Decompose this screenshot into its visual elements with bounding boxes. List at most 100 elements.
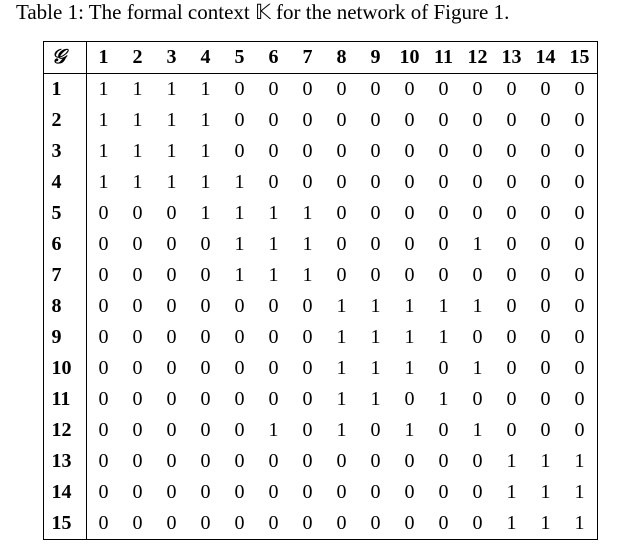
cell: 0	[291, 508, 325, 540]
cell: 0	[495, 105, 529, 136]
cell: 0	[223, 384, 257, 415]
cell: 0	[257, 136, 291, 167]
cell: 0	[393, 229, 427, 260]
cell: 0	[325, 105, 359, 136]
cell: 1	[223, 260, 257, 291]
cell: 0	[155, 415, 189, 446]
cell: 0	[223, 136, 257, 167]
cell: 0	[461, 508, 495, 540]
cell: 0	[529, 353, 563, 384]
col-header: 9	[359, 42, 393, 74]
col-header: 12	[461, 42, 495, 74]
cell: 0	[393, 508, 427, 540]
cell: 0	[461, 322, 495, 353]
cell: 0	[257, 353, 291, 384]
cell: 1	[223, 229, 257, 260]
cell: 1	[189, 74, 223, 106]
cell: 0	[495, 384, 529, 415]
cell: 0	[495, 415, 529, 446]
cell: 0	[563, 198, 598, 229]
cell: 0	[427, 136, 461, 167]
row-header: 6	[43, 229, 86, 260]
cell: 0	[563, 353, 598, 384]
row-header: 2	[43, 105, 86, 136]
cell: 0	[223, 508, 257, 540]
cell: 0	[189, 260, 223, 291]
cell: 0	[461, 74, 495, 106]
cell: 1	[461, 229, 495, 260]
cell: 0	[86, 353, 121, 384]
cell: 1	[359, 322, 393, 353]
cell: 0	[257, 446, 291, 477]
cell: 0	[121, 384, 155, 415]
cell: 0	[86, 229, 121, 260]
cell: 0	[291, 477, 325, 508]
cell: 1	[121, 136, 155, 167]
cell: 0	[393, 167, 427, 198]
cell: 0	[121, 198, 155, 229]
cell: 0	[257, 74, 291, 106]
cell: 0	[189, 477, 223, 508]
cell: 0	[529, 322, 563, 353]
cell: 1	[155, 167, 189, 198]
cell: 0	[393, 446, 427, 477]
col-header: 7	[291, 42, 325, 74]
cell: 0	[359, 229, 393, 260]
cell: 0	[121, 229, 155, 260]
row-header: 13	[43, 446, 86, 477]
cell: 1	[86, 167, 121, 198]
cell: 0	[121, 260, 155, 291]
cell: 1	[86, 105, 121, 136]
cell: 0	[495, 260, 529, 291]
cell: 1	[563, 446, 598, 477]
table-row: 14000000000000111	[43, 477, 597, 508]
cell: 0	[393, 136, 427, 167]
cell: 0	[291, 446, 325, 477]
cell: 0	[86, 384, 121, 415]
cell: 0	[189, 291, 223, 322]
cell: 1	[189, 198, 223, 229]
cell: 1	[86, 74, 121, 106]
table-row: 1111100000000000	[43, 74, 597, 106]
cell: 0	[461, 446, 495, 477]
col-header: 13	[495, 42, 529, 74]
row-header: 5	[43, 198, 86, 229]
cell: 0	[529, 291, 563, 322]
cell: 0	[257, 384, 291, 415]
cell: 1	[223, 198, 257, 229]
table-row: 7000011100000000	[43, 260, 597, 291]
cell: 1	[427, 384, 461, 415]
cell: 0	[223, 74, 257, 106]
cell: 0	[461, 384, 495, 415]
cell: 0	[121, 353, 155, 384]
cell: 0	[529, 105, 563, 136]
cell: 1	[461, 353, 495, 384]
cell: 1	[563, 477, 598, 508]
cell: 0	[495, 229, 529, 260]
corner-symbol: 𝒢	[52, 46, 66, 68]
cell: 0	[359, 260, 393, 291]
cell: 0	[86, 508, 121, 540]
cell: 1	[155, 136, 189, 167]
cell: 0	[155, 384, 189, 415]
cell: 0	[86, 260, 121, 291]
cell: 0	[155, 353, 189, 384]
cell: 0	[291, 105, 325, 136]
cell: 0	[121, 291, 155, 322]
row-header: 3	[43, 136, 86, 167]
table-row: 13000000000000111	[43, 446, 597, 477]
cell: 0	[427, 229, 461, 260]
cell: 0	[563, 415, 598, 446]
cell: 0	[86, 291, 121, 322]
cell: 0	[86, 446, 121, 477]
cell: 0	[393, 74, 427, 106]
cell: 1	[325, 384, 359, 415]
cell: 0	[86, 198, 121, 229]
cell: 0	[529, 229, 563, 260]
cell: 0	[359, 446, 393, 477]
cell: 0	[563, 322, 598, 353]
cell: 1	[291, 260, 325, 291]
cell: 1	[495, 477, 529, 508]
cell: 0	[189, 508, 223, 540]
col-header: 14	[529, 42, 563, 74]
